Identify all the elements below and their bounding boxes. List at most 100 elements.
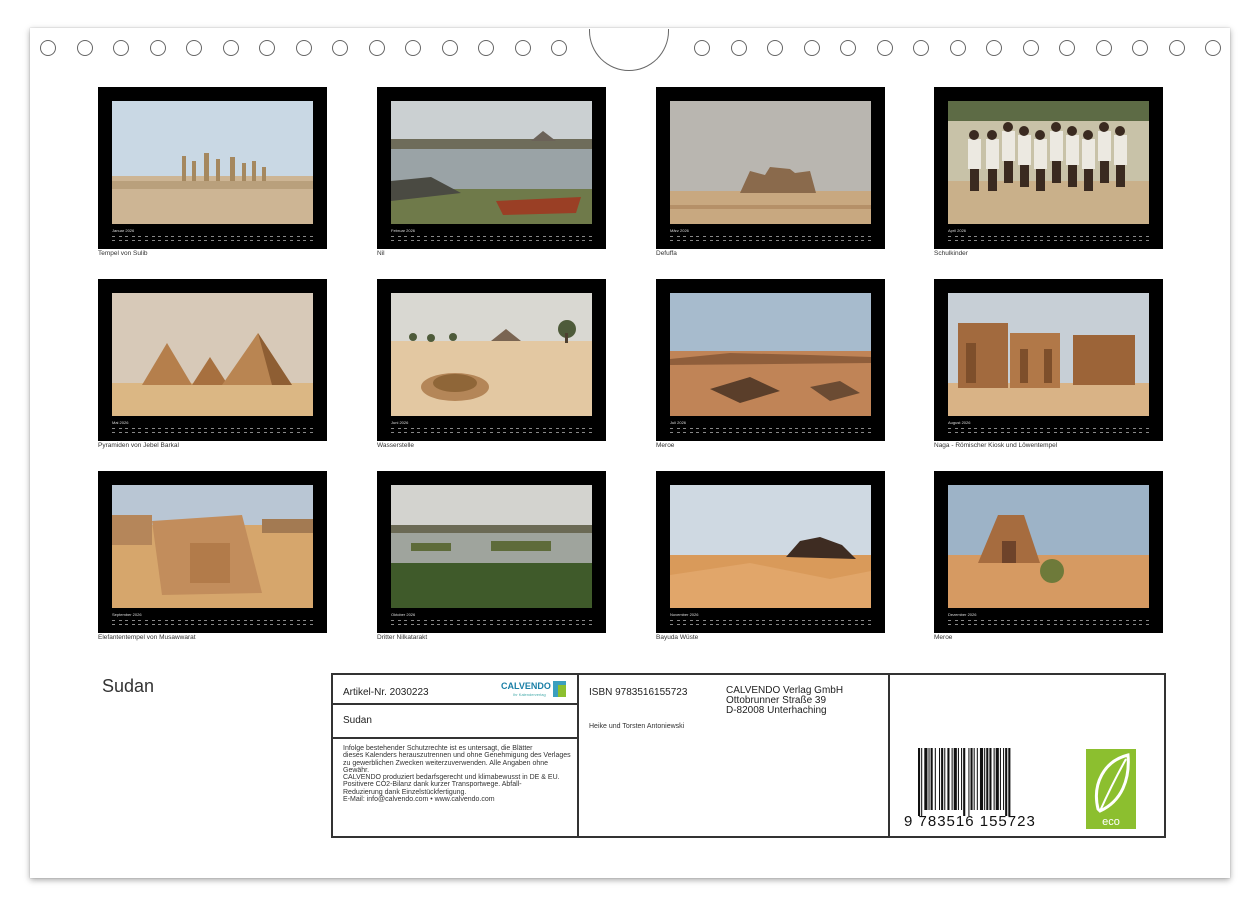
binding-ring <box>730 40 747 56</box>
publisher-address: CALVENDO Verlag GmbH Ottobrunner Straße 3… <box>726 686 843 716</box>
month-sheet: August 2026 <box>934 279 1163 441</box>
day-grid <box>391 618 592 626</box>
month-label: Juni 2026 <box>391 420 409 425</box>
month-label: Februar 2026 <box>391 228 416 233</box>
month-photo <box>112 101 313 224</box>
day-grid <box>391 426 592 434</box>
calvendo-logo: CALVENDO Ihr Kalenderverlag <box>501 681 571 699</box>
legal-line: Infolge bestehender Schutzrechte ist es … <box>343 745 533 752</box>
binding-ring <box>186 40 202 56</box>
month-sheet: Juli 2026 <box>656 279 885 441</box>
month-photo <box>670 101 871 224</box>
legal-line: Positivere CO2-Bilanz dank kurzer Transp… <box>343 781 522 789</box>
month-sheet: Juni 2026 <box>377 279 606 441</box>
month-caption: Meroe <box>656 442 675 449</box>
binding-ring <box>76 40 93 56</box>
binding-ring <box>332 40 348 56</box>
day-grid <box>112 426 313 434</box>
binding-ring <box>405 40 421 56</box>
day-grid <box>948 234 1149 242</box>
month-label: November 2026 <box>670 612 699 617</box>
month-label: März 2026 <box>670 228 689 233</box>
binding-ring <box>368 40 385 56</box>
month-label: Dezember 2026 <box>948 612 977 617</box>
month-sheet: Februar 2026 <box>377 87 606 249</box>
legal-line: zu gewerblichen Zwecken weiterzuverwende… <box>343 759 549 767</box>
month-photo <box>391 293 592 416</box>
day-grid <box>670 234 871 242</box>
eco-badge: eco <box>1086 749 1136 829</box>
month-sheet: Mai 2026 <box>98 279 327 441</box>
day-grid <box>391 234 592 242</box>
month-sheet: November 2026 <box>656 471 885 633</box>
binding-ring <box>113 40 129 56</box>
eco-label: eco <box>1102 816 1120 828</box>
binding-ring <box>222 40 239 56</box>
month-photo <box>112 485 313 608</box>
info-title: Sudan <box>343 715 372 726</box>
legal-line: E-Mail: info@calvendo.com • www.calvendo… <box>343 796 495 804</box>
month-photo <box>112 293 313 416</box>
month-photo <box>670 293 871 416</box>
day-grid <box>112 234 313 242</box>
month-label: April 2026 <box>948 228 967 233</box>
binding-ring <box>1132 40 1148 56</box>
legal-line: dieses Kalenders herauszutrennen und ohn… <box>343 752 571 760</box>
binding-ring <box>1205 40 1221 56</box>
binding-ring <box>40 40 56 56</box>
month-photo <box>948 293 1149 416</box>
binding-ring <box>767 40 783 56</box>
month-label: August 2026 <box>948 420 971 425</box>
day-grid <box>948 426 1149 434</box>
binding-ring <box>1022 40 1039 56</box>
month-caption: Schulkinder <box>934 250 968 257</box>
binding-ring <box>259 40 275 56</box>
legal-line: Reduzierung dank Einzelstückfertigung. <box>343 788 467 796</box>
month-caption: Meroe <box>934 634 953 641</box>
binding-ring <box>551 40 567 56</box>
month-photo <box>391 101 592 224</box>
month-caption: Bayuda Wüste <box>656 634 699 641</box>
month-photo <box>948 101 1149 224</box>
barcode <box>918 748 1011 816</box>
binding-ring <box>514 40 531 56</box>
binding-ring <box>840 40 856 56</box>
binding-ring <box>1168 40 1185 56</box>
publisher-line: D-82008 Unterhaching <box>726 705 827 716</box>
month-sheet: September 2026 <box>98 471 327 633</box>
calendar-title: Sudan <box>102 676 155 696</box>
binding-ring <box>1059 40 1075 56</box>
month-caption: Defuffa <box>656 250 677 257</box>
binding-ring <box>478 40 494 56</box>
month-sheet: April 2026 <box>934 87 1163 249</box>
month-sheet: Januar 2026 <box>98 87 327 249</box>
authors: Heike und Torsten Antoniewski <box>589 723 685 730</box>
binding-ring <box>295 40 312 56</box>
barcode-number: 9 783516 155723 <box>904 813 1036 830</box>
month-caption: Nil <box>377 250 385 257</box>
isbn: ISBN 9783516155723 <box>589 687 688 698</box>
month-caption: Wasserstelle <box>377 442 414 449</box>
binding-ring <box>694 40 710 56</box>
month-caption: Tempel von Sulib <box>98 250 148 257</box>
binding-ring <box>986 40 1002 56</box>
binding-ring <box>1095 40 1112 56</box>
binding-ring <box>441 40 458 56</box>
binding-ring <box>913 40 929 56</box>
legal-line: Gewähr. <box>343 766 370 774</box>
day-grid <box>112 618 313 626</box>
binding-ring <box>803 40 820 56</box>
legal-notice: Infolge bestehender Schutzrechte ist es … <box>343 745 577 803</box>
month-label: Mai 2026 <box>112 420 129 425</box>
month-photo <box>391 485 592 608</box>
month-caption: Elefantentempel von Musawwarat <box>98 634 196 641</box>
month-sheet: Dezember 2026 <box>934 471 1163 633</box>
legal-line: CALVENDO produziert bedarfsgerecht und k… <box>343 774 560 782</box>
month-sheet: Oktober 2026 <box>377 471 606 633</box>
day-grid <box>948 618 1149 626</box>
month-caption: Pyramiden von Jebel Barkal <box>98 442 179 449</box>
month-label: Juli 2026 <box>670 420 687 425</box>
day-grid <box>670 426 871 434</box>
month-label: September 2026 <box>112 612 142 617</box>
binding-ring <box>949 40 966 56</box>
